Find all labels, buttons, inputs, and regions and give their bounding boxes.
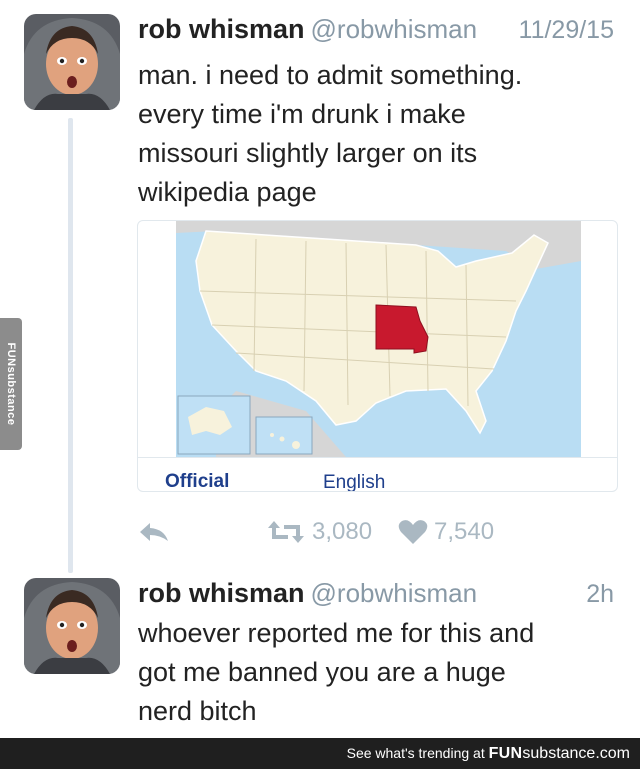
footer-brand-normal: substance [522,745,596,762]
avatar[interactable] [24,14,120,110]
like-button[interactable]: 7,540 [398,512,494,552]
tweet-actions: 3,080 7,540 [138,512,538,552]
tweet-media-card[interactable]: Official English [137,220,618,492]
author-name[interactable]: rob whisman @robwhisman [138,578,477,609]
funsubstance-footer: See what's trending at FUNsubstance.com [0,738,640,769]
author-display-name[interactable]: rob whisman [138,14,305,44]
thread-connector [68,118,73,573]
author-handle[interactable]: @robwhisman [311,578,478,608]
footer-brand-suffix: .com [595,745,630,762]
author-display-name[interactable]: rob whisman [138,578,305,608]
retweet-button[interactable]: 3,080 [266,512,372,552]
tweet-line: every time i'm drunk i make [138,99,466,129]
us-map-image [176,221,581,457]
retweet-icon [268,521,304,543]
tweet-line: wikipedia page [138,177,317,207]
tweet-line: got me banned you are a huge [138,657,506,687]
footer-brand-bold: FUN [488,745,523,762]
author-name[interactable]: rob whisman @robwhisman [138,14,477,45]
like-count: 7,540 [434,518,495,545]
avatar-photo [24,578,120,674]
tab-english[interactable]: English [323,472,385,491]
tweet-line: missouri slightly larger on its [138,138,478,168]
funsubstance-side-tab: FUNsubstance [0,318,22,450]
reply-button[interactable] [138,512,170,552]
reply-arrow-icon [140,523,168,541]
avatar[interactable] [24,578,120,674]
map-tabs: Official English [138,457,617,491]
avatar-photo [24,14,120,110]
tweet-body: whoever reported me for this and got me … [138,614,618,731]
tweet-line: whoever reported me for this and [138,618,535,648]
author-handle[interactable]: @robwhisman [311,14,478,44]
footer-prefix: See what's trending at [346,745,485,761]
tweet-timestamp[interactable]: 2h [586,580,614,609]
tweet-line: nerd bitch [138,696,257,726]
footer-text[interactable]: See what's trending at FUNsubstance.com [347,745,630,763]
side-tab-label: FUNsubstance [5,342,17,426]
tweet-body: man. i need to admit something. every ti… [138,56,618,212]
retweet-count: 3,080 [312,518,373,545]
tweet-header: rob whisman @robwhisman 2h [138,578,614,614]
tweet-line: man. i need to admit something. [138,60,523,90]
heart-icon [398,520,428,544]
tweet-header: rob whisman @robwhisman 11/29/15 [138,14,614,50]
tweet-timestamp[interactable]: 11/29/15 [519,16,614,45]
tab-official[interactable]: Official [165,471,229,491]
